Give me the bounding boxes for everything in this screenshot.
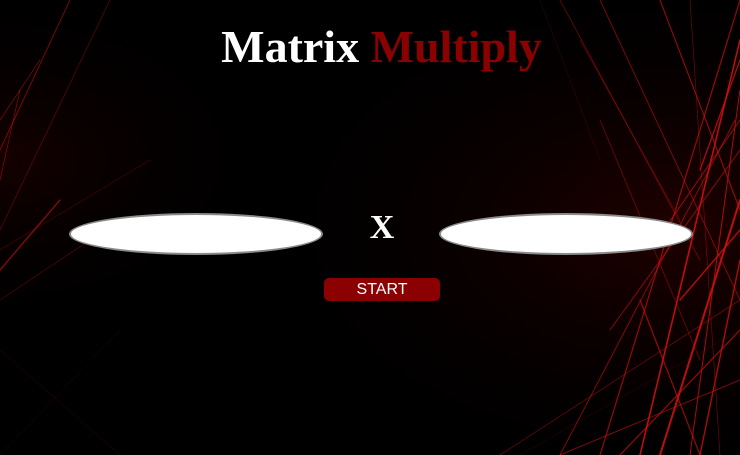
multiply-sign: X bbox=[369, 209, 395, 246]
first-matrix-input[interactable] bbox=[69, 213, 323, 255]
game-screen: Matrix Multiply X START bbox=[0, 0, 740, 455]
start-button[interactable]: START bbox=[324, 278, 440, 301]
page-title: Matrix Multiply bbox=[0, 20, 740, 74]
title-part-matrix: Matrix bbox=[221, 21, 360, 72]
second-matrix-input[interactable] bbox=[439, 213, 693, 255]
title-part-multiply: Multiply bbox=[370, 21, 542, 72]
